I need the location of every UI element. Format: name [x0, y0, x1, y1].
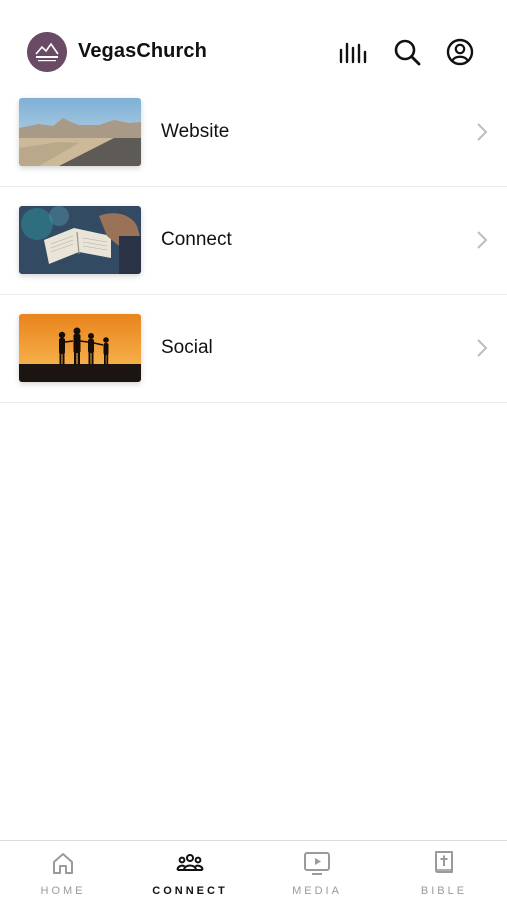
book-cross-icon [430, 850, 458, 876]
search-icon[interactable] [392, 37, 422, 67]
chevron-right-icon [475, 337, 489, 359]
tab-label: BIBLE [420, 885, 468, 897]
list-item-label: Social [161, 337, 213, 358]
connect-list: Website Connect Social [0, 79, 507, 403]
list-item-social[interactable]: Social [0, 295, 507, 403]
tab-media[interactable]: MEDIA [254, 841, 380, 900]
tab-home[interactable]: HOME [0, 841, 126, 900]
tab-label: MEDIA [292, 885, 342, 897]
audio-bars-icon[interactable] [337, 37, 367, 67]
tab-connect[interactable]: CONNECT [127, 841, 253, 900]
bottom-tab-bar: HOME CONNECT MEDIA BIBLE [0, 840, 507, 900]
app-title: VegasChurch [78, 40, 207, 62]
people-icon [176, 850, 204, 876]
church-logo[interactable] [27, 32, 67, 72]
open-bible-thumbnail [19, 206, 141, 274]
tab-bible[interactable]: BIBLE [381, 841, 507, 900]
chevron-right-icon [475, 121, 489, 143]
list-item-label: Connect [161, 229, 232, 250]
tv-play-icon [303, 850, 331, 876]
list-item-label: Website [161, 121, 230, 142]
list-item-website[interactable]: Website [0, 79, 507, 187]
list-item-connect[interactable]: Connect [0, 187, 507, 295]
home-icon [49, 850, 77, 876]
tab-label: HOME [40, 885, 86, 897]
account-icon[interactable] [445, 37, 475, 67]
desert-road-thumbnail [19, 98, 141, 166]
tab-label: CONNECT [152, 885, 228, 897]
sunset-silhouettes-thumbnail [19, 314, 141, 382]
chevron-right-icon [475, 229, 489, 251]
